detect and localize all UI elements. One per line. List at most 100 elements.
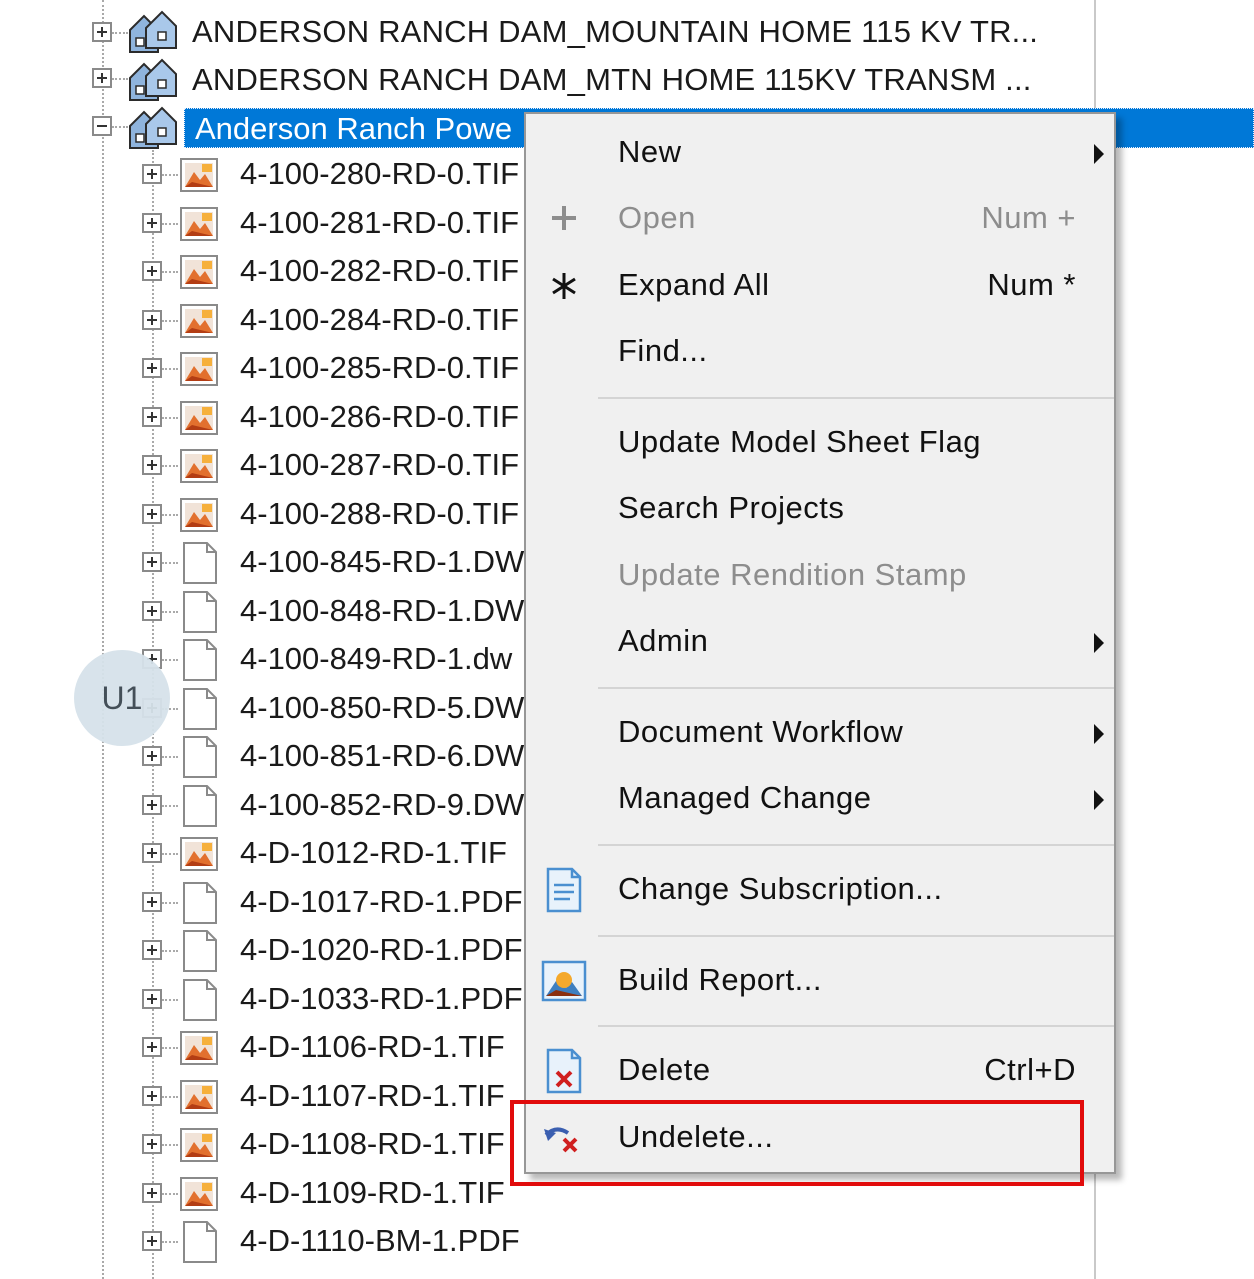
menu-item-label: Change Subscription... [618,871,943,906]
document-file-icon [183,1221,217,1263]
tree-item-label[interactable]: 4-100-282-RD-0.TIF [240,251,519,291]
tree-expander[interactable] [92,22,112,42]
tree-expander[interactable] [142,309,162,330]
tree-item-label[interactable]: 4-100-851-RD-6.DW [240,736,524,776]
image-file-icon [180,206,218,241]
tree-collapser[interactable] [92,116,112,136]
menu-item-admin[interactable]: Admin [526,609,1114,675]
menu-separator [598,687,1114,689]
tree-item-label[interactable]: 4-100-281-RD-0.TIF [240,203,519,243]
tree-expander[interactable] [142,891,162,912]
tree-expander[interactable] [142,794,162,815]
menu-item-change-subscription[interactable]: Change Subscription... [526,857,1114,923]
tree-expander[interactable] [142,746,162,766]
submenu-arrow-icon [1094,724,1104,744]
menu-item-shortcut: Ctrl+D [984,1052,1076,1087]
image-file-icon [180,158,218,192]
tree-expander[interactable] [142,843,162,863]
plus-icon [552,206,576,230]
menu-item-label: Managed Change [618,780,872,815]
tree-item-label[interactable]: 4-D-1107-RD-1.TIF [240,1076,505,1116]
tree-item-label[interactable]: 4-D-1017-RD-1.PDF [240,882,523,922]
menu-item-label: Update Model Sheet Flag [618,424,982,459]
tree-item-label[interactable]: 4-D-1108-RD-1.TIF [240,1124,505,1164]
tree-expander[interactable] [142,988,162,1009]
tree-item-label[interactable]: 4-100-848-RD-1.DW [240,591,524,631]
tree-item-label[interactable]: 4-100-849-RD-1.dw [240,639,512,679]
submenu-arrow-icon [1094,633,1104,653]
project-folder-icon [129,106,177,149]
menu-item-shortcut: Num + [981,200,1076,235]
document-file-icon [183,881,217,924]
tree-expander[interactable] [142,1182,162,1203]
tree-expander[interactable] [142,1037,162,1057]
tree-item-label[interactable]: ANDERSON RANCH DAM_MTN HOME 115KV TRANSM… [192,60,1032,100]
menu-item-expand-all[interactable]: Expand All Num * [526,253,1114,319]
tree-item-label[interactable]: 4-100-845-RD-1.DW [240,542,524,582]
tree-item-label[interactable]: 4-D-1109-RD-1.TIF [240,1173,505,1213]
menu-item-find[interactable]: Find... [526,319,1114,385]
tree-item-label[interactable]: 4-D-1012-RD-1.TIF [240,833,507,873]
delete-document-icon [546,1048,582,1094]
tree-expander[interactable] [142,600,162,621]
menu-item-build-report[interactable]: Build Report... [526,948,1114,1014]
tree-expander[interactable] [142,406,162,427]
tree-expander[interactable] [142,1134,162,1154]
tree-item-label[interactable]: 4-100-288-RD-0.TIF [240,494,519,534]
menu-separator [598,844,1114,846]
tree-item-label[interactable]: 4-100-852-RD-9.DW [240,785,524,825]
subscription-document-icon [546,867,582,913]
menu-item-update-model-sheet-flag[interactable]: Update Model Sheet Flag [526,410,1114,476]
tree-expander[interactable] [142,552,162,572]
menu-item-shortcut: Num * [987,267,1076,302]
tree-item-label[interactable]: 4-100-287-RD-0.TIF [240,445,519,485]
tree-item-label[interactable]: 4-100-284-RD-0.TIF [240,300,519,340]
document-file-icon [183,639,217,681]
menu-item-update-rendition-stamp[interactable]: Update Rendition Stamp [526,543,1114,609]
tree-item-label[interactable]: ANDERSON RANCH DAM_MOUNTAIN HOME 115 KV … [192,12,1038,52]
document-file-icon [183,542,217,584]
tree-expander[interactable] [142,503,162,524]
tree-expander[interactable] [142,358,162,378]
tree-item-label[interactable]: 4-100-280-RD-0.TIF [240,154,519,194]
project-folder-icon [129,10,177,53]
menu-item-label: Update Rendition Stamp [618,557,967,592]
menu-item-label: Admin [618,623,709,658]
menu-item-search-projects[interactable]: Search Projects [526,476,1114,542]
context-menu: New Open Num + Expand All Num * Find... Update… [524,112,1116,1174]
menu-item-open[interactable]: Open Num + [526,186,1114,252]
menu-item-new[interactable]: New [526,120,1114,186]
image-file-icon [180,1031,218,1065]
menu-item-document-workflow[interactable]: Document Workflow [526,700,1114,766]
tree-expander[interactable] [142,1085,162,1106]
menu-item-delete[interactable]: Delete Ctrl+D [526,1038,1114,1104]
tree-item-label[interactable]: 4-D-1020-RD-1.PDF [240,930,523,970]
tree-item-label[interactable]: 4-D-1110-BM-1.PDF [240,1221,520,1261]
tree-expander[interactable] [142,164,162,184]
menu-item-label: Open [618,200,696,235]
tree-expander[interactable] [142,212,162,233]
menu-item-managed-change[interactable]: Managed Change [526,766,1114,832]
image-file-icon [180,352,218,386]
report-image-icon [541,960,587,1002]
user-badge: U1 [74,650,170,746]
tree-expander[interactable] [142,455,162,475]
tree-item-label[interactable]: 4-D-1106-RD-1.TIF [240,1027,505,1067]
menu-separator [598,935,1114,937]
tree-expander[interactable] [142,261,162,281]
tree-expander[interactable] [142,940,162,960]
tree-item-label[interactable]: 4-100-850-RD-5.DW [240,688,524,728]
tree-expander[interactable] [142,1231,162,1251]
document-file-icon [183,736,217,778]
menu-item-label: Expand All [618,267,770,302]
image-file-icon [180,497,218,532]
tree-item-label[interactable]: 4-100-286-RD-0.TIF [240,397,519,437]
menu-item-label: Find... [618,333,708,368]
asterisk-icon [552,273,576,299]
project-folder-icon [129,58,177,101]
tree-expander[interactable] [92,68,112,88]
menu-item-label: Delete [618,1052,711,1087]
image-file-icon [180,400,218,435]
tree-item-label[interactable]: 4-100-285-RD-0.TIF [240,348,519,388]
tree-item-label[interactable]: 4-D-1033-RD-1.PDF [240,979,523,1019]
